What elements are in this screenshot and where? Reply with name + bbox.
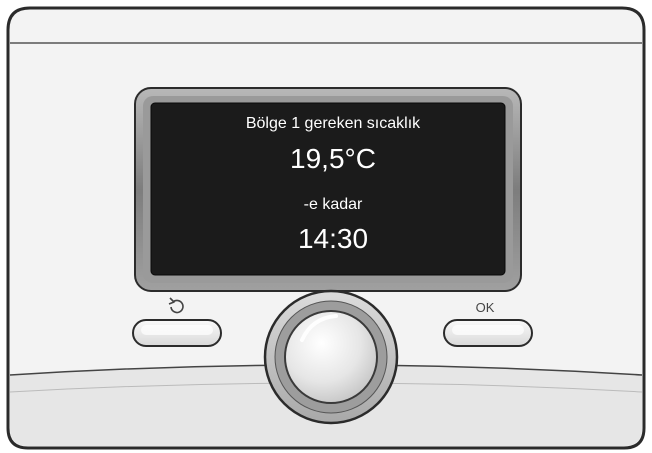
until-label: -e kadar (303, 196, 363, 213)
back-button[interactable] (133, 320, 221, 346)
ok-label: OK (475, 300, 495, 315)
back-arrow-icon (166, 296, 188, 316)
thermostat-device: Bölge 1 gereken sıcaklık 19,5°C -e kadar… (0, 0, 652, 453)
selection-knob[interactable] (265, 291, 397, 423)
time-value: 14:30 (297, 223, 369, 254)
temperature-value: 19,5°C (290, 143, 376, 174)
ok-button[interactable] (444, 320, 532, 346)
zone-required-temperature-label: Bölge 1 gereken sıcaklık (245, 115, 421, 132)
